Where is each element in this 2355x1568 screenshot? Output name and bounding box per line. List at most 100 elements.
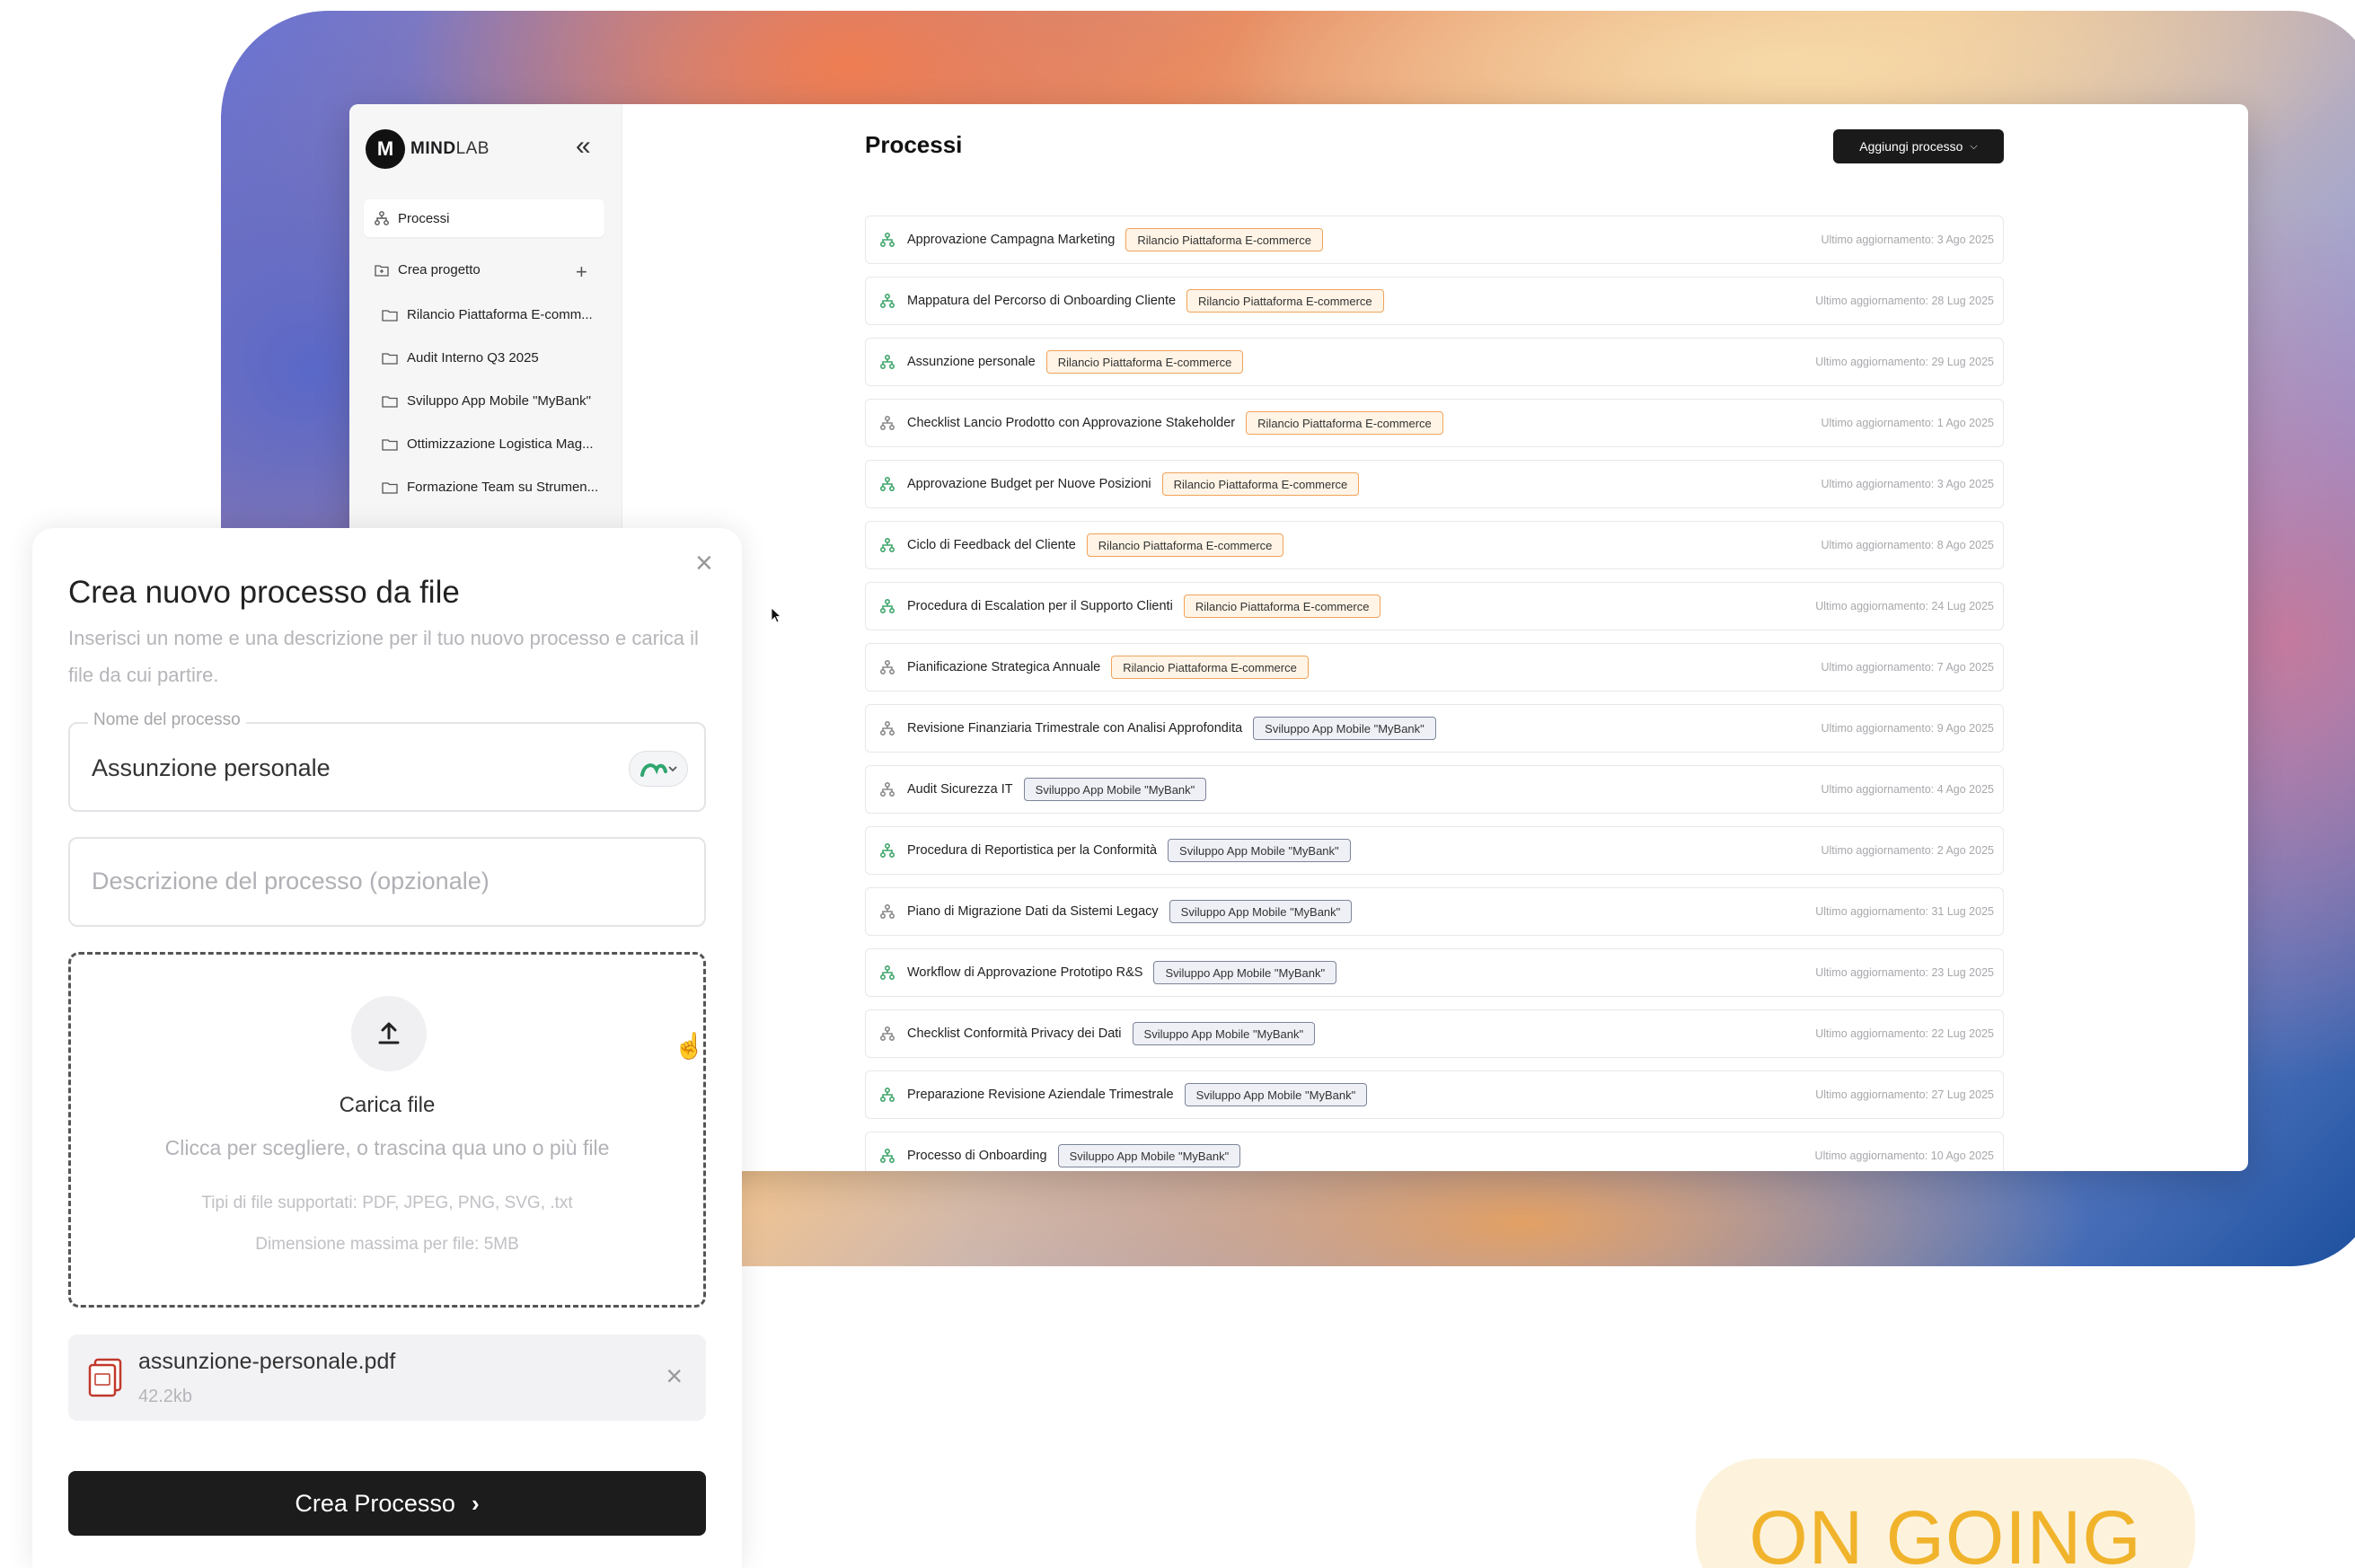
process-row[interactable]: Ciclo di Feedback del Cliente Rilancio Pi… (865, 521, 2004, 569)
file-dropzone[interactable]: Carica file Clicca per scegliere, o tras… (68, 952, 706, 1308)
close-icon[interactable]: × (695, 548, 713, 578)
project-tag[interactable]: Rilancio Piattaforma E-commerce (1186, 289, 1384, 313)
sidebar-project-label: Formazione Team su Strumen... (407, 480, 599, 495)
project-tag[interactable]: Rilancio Piattaforma E-commerce (1125, 228, 1323, 251)
status-badge: ON GOING (1696, 1458, 2195, 1568)
hand-cursor-icon: ☝ (674, 1032, 705, 1060)
sidebar-project-item[interactable]: Rilancio Piattaforma E-comm... (382, 307, 593, 322)
process-row[interactable]: Workflow di Approvazione Prototipo R&S Sv… (865, 948, 2004, 997)
project-tag[interactable]: Sviluppo App Mobile "MyBank" (1169, 900, 1353, 923)
ai-assist-toggle[interactable] (629, 751, 688, 787)
last-updated: Ultimo aggiornamento: 23 Lug 2025 (1815, 966, 1994, 979)
project-tag[interactable]: Rilancio Piattaforma E-commerce (1045, 350, 1244, 374)
sidebar-project-item[interactable]: Formazione Team su Strumen... (382, 480, 598, 495)
process-row[interactable]: Assunzione personale Rilancio Piattaforma… (865, 338, 2004, 386)
uploaded-file: assunzione-personale.pdf 42.2kb × (68, 1335, 706, 1421)
process-row[interactable]: Mappatura del Percorso di Onboarding Cli… (865, 277, 2004, 325)
process-icon (375, 211, 389, 225)
project-tag[interactable]: Sviluppo App Mobile "MyBank" (1057, 1144, 1241, 1167)
add-project-icon[interactable]: + (576, 260, 587, 284)
add-process-button[interactable]: Aggiungi processo ⌵ (1833, 129, 2004, 163)
process-row[interactable]: Preparazione Revisione Aziendale Trimest… (865, 1070, 2004, 1119)
process-row[interactable]: Approvazione Campagna Marketing Rilancio … (865, 216, 2004, 264)
process-name: Approvazione Budget per Nuove Posizioni (907, 477, 1151, 491)
last-updated: Ultimo aggiornamento: 3 Ago 2025 (1821, 233, 1995, 246)
project-tag[interactable]: Rilancio Piattaforma E-commerce (1111, 656, 1309, 679)
process-icon (880, 416, 895, 430)
process-icon (880, 904, 895, 919)
process-icon (880, 660, 895, 674)
process-name: Audit Sicurezza IT (907, 782, 1013, 797)
process-icon (880, 355, 895, 369)
process-row[interactable]: Pianificazione Strategica Annuale Rilanci… (865, 643, 2004, 692)
process-icon (880, 721, 895, 736)
project-tag[interactable]: Sviluppo App Mobile "MyBank" (1132, 1022, 1316, 1045)
create-project-row[interactable]: Crea progetto (375, 262, 481, 277)
process-name: Pianificazione Strategica Annuale (907, 660, 1101, 674)
process-row[interactable]: Approvazione Budget per Nuove Posizioni R… (865, 460, 2004, 508)
brand-name: MINDLAB (410, 139, 490, 159)
sidebar-project-item[interactable]: Ottimizzazione Logistica Mag... (382, 436, 594, 452)
process-icon (880, 782, 895, 797)
process-row[interactable]: Procedura di Escalation per il Supporto … (865, 582, 2004, 630)
process-row[interactable]: Checklist Conformità Privacy dei Dati Svi… (865, 1009, 2004, 1058)
project-tag[interactable]: Sviluppo App Mobile "MyBank" (1153, 961, 1337, 984)
process-name-field[interactable]: Nome del processo Assunzione personale (68, 710, 706, 812)
last-updated: Ultimo aggiornamento: 8 Ago 2025 (1821, 539, 1995, 551)
process-name: Workflow di Approvazione Prototipo R&S (907, 965, 1143, 980)
process-name: Piano di Migrazione Dati da Sistemi Lega… (907, 904, 1159, 919)
sidebar-project-item[interactable]: Sviluppo App Mobile "MyBank" (382, 393, 591, 409)
last-updated: Ultimo aggiornamento: 22 Lug 2025 (1815, 1027, 1994, 1040)
process-description-field[interactable]: Descrizione del processo (opzionale) (68, 837, 706, 927)
project-tag[interactable]: Rilancio Piattaforma E-commerce (1246, 411, 1443, 435)
sidebar-item-processi[interactable]: Processi (364, 199, 604, 237)
process-row[interactable]: Piano di Migrazione Dati da Sistemi Lega… (865, 887, 2004, 936)
process-icon (880, 965, 895, 980)
modal-subtitle: Inserisci un nome e una descrizione per … (68, 627, 699, 686)
brand[interactable]: M MINDLAB (366, 129, 490, 169)
project-tag[interactable]: Rilancio Piattaforma E-commerce (1086, 533, 1284, 557)
pdf-file-icon (88, 1358, 122, 1397)
project-tag[interactable]: Sviluppo App Mobile "MyBank" (1023, 778, 1207, 801)
project-tag[interactable]: Sviluppo App Mobile "MyBank" (1184, 1083, 1368, 1106)
page-title: Processi (865, 131, 963, 158)
dropzone-types: Tipi di file supportati: PDF, JPEG, PNG,… (201, 1194, 573, 1212)
collapse-sidebar-icon[interactable]: « (576, 133, 591, 160)
process-icon (880, 538, 895, 552)
sidebar-project-item[interactable]: Audit Interno Q3 2025 (382, 350, 539, 366)
project-tag[interactable]: Sviluppo App Mobile "MyBank" (1168, 839, 1351, 862)
create-project-label: Crea progetto (398, 262, 481, 277)
process-name: Mappatura del Percorso di Onboarding Cli… (907, 294, 1177, 308)
remove-file-icon[interactable]: × (666, 1360, 683, 1393)
last-updated: Ultimo aggiornamento: 3 Ago 2025 (1821, 478, 1995, 490)
process-name: Checklist Lancio Prodotto con Approvazio… (907, 416, 1236, 430)
brand-logo: M (366, 129, 405, 169)
dropzone-subtitle: Clicca per scegliere, o trascina qua uno… (164, 1136, 610, 1159)
project-tag[interactable]: Rilancio Piattaforma E-commerce (1161, 472, 1360, 496)
folder-icon (382, 309, 398, 322)
last-updated: Ultimo aggiornamento: 29 Lug 2025 (1815, 356, 1994, 368)
last-updated: Ultimo aggiornamento: 4 Ago 2025 (1821, 783, 1995, 796)
project-tag[interactable]: Sviluppo App Mobile "MyBank" (1253, 717, 1436, 740)
process-row[interactable]: Revisione Finanziaria Trimestrale con An… (865, 704, 2004, 753)
process-name-label: Nome del processo (88, 710, 246, 730)
process-name: Preparazione Revisione Aziendale Trimest… (907, 1088, 1174, 1102)
folder-icon (382, 395, 398, 408)
process-row[interactable]: Checklist Lancio Prodotto con Approvazio… (865, 399, 2004, 447)
folder-icon (382, 438, 398, 451)
process-name: Revisione Finanziaria Trimestrale con An… (907, 721, 1243, 736)
process-row[interactable]: Processo di Onboarding Sviluppo App Mobil… (865, 1132, 2004, 1171)
brand-name-light: LAB (455, 139, 490, 158)
upload-icon (351, 996, 427, 1071)
process-row[interactable]: Procedura di Reportistica per la Conform… (865, 826, 2004, 875)
sidebar-project-label: Ottimizzazione Logistica Mag... (407, 436, 594, 452)
process-icon (880, 1088, 895, 1102)
last-updated: Ultimo aggiornamento: 24 Lug 2025 (1815, 600, 1994, 612)
create-process-button[interactable]: Crea Processo › (68, 1471, 706, 1536)
process-row[interactable]: Audit Sicurezza IT Sviluppo App Mobile "M… (865, 765, 2004, 814)
folder-icon (382, 352, 398, 365)
dropzone-max-size: Dimensione massima per file: 5MB (255, 1235, 519, 1254)
project-tag[interactable]: Rilancio Piattaforma E-commerce (1183, 595, 1381, 618)
create-process-label: Crea Processo (295, 1489, 455, 1517)
process-name: Processo di Onboarding (907, 1149, 1047, 1163)
